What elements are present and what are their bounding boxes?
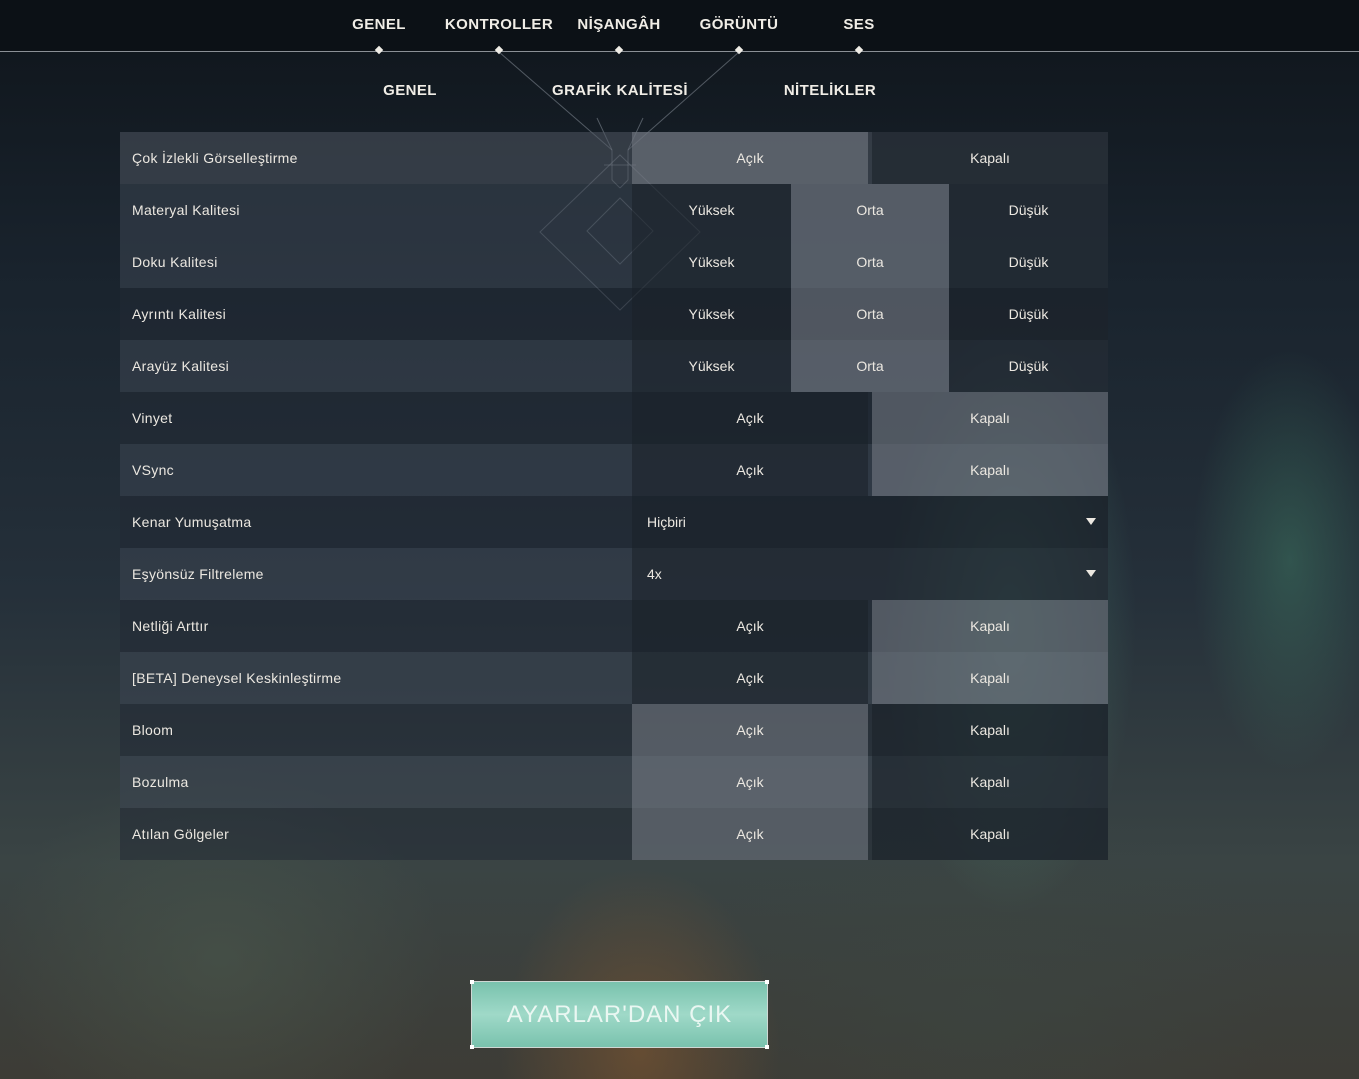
tab-diamond-icon: [854, 45, 864, 55]
tab-kontroller[interactable]: KONTROLLER: [444, 16, 554, 55]
option-off[interactable]: Kapalı: [872, 704, 1108, 756]
tab-diamond-icon: [374, 45, 384, 55]
setting-label: Netliği Arttır: [132, 618, 209, 634]
option-high[interactable]: Yüksek: [632, 288, 791, 340]
corner-mark-icon: [765, 1045, 769, 1049]
setting-label: Vinyet: [132, 410, 173, 426]
chevron-down-icon: [1086, 518, 1096, 525]
option-on[interactable]: Açık: [632, 808, 868, 860]
corner-mark-icon: [765, 980, 769, 984]
option-low[interactable]: Düşük: [949, 236, 1108, 288]
setting-row-anisotropic-filtering: Eşyönsüz Filtreleme 4x: [120, 548, 1108, 600]
option-high[interactable]: Yüksek: [632, 236, 791, 288]
setting-row-detail-quality: Ayrıntı Kalitesi Yüksek Orta Düşük: [120, 288, 1108, 340]
option-medium[interactable]: Orta: [791, 184, 949, 236]
tab-nisangah[interactable]: NİŞANGÂH: [569, 16, 669, 55]
setting-row-cast-shadows: Atılan Gölgeler Açık Kapalı: [120, 808, 1108, 860]
option-off[interactable]: Kapalı: [872, 444, 1108, 496]
option-medium[interactable]: Orta: [791, 288, 949, 340]
option-on[interactable]: Açık: [632, 652, 868, 704]
dropdown-value: Hiçbiri: [647, 514, 686, 530]
setting-label: Arayüz Kalitesi: [132, 358, 230, 374]
top-navigation-bar: [0, 0, 1359, 52]
setting-label: Atılan Gölgeler: [132, 826, 230, 842]
option-low[interactable]: Düşük: [949, 288, 1108, 340]
setting-label: Kenar Yumuşatma: [132, 514, 252, 530]
setting-row-vsync: VSync Açık Kapalı: [120, 444, 1108, 496]
setting-label: Eşyönsüz Filtreleme: [132, 566, 264, 582]
option-on[interactable]: Açık: [632, 756, 868, 808]
anisotropic-filtering-dropdown[interactable]: 4x: [632, 548, 1108, 600]
subtab-genel[interactable]: GENEL: [370, 82, 450, 104]
tab-diamond-icon: [494, 45, 504, 55]
tab-genel[interactable]: GENEL: [339, 16, 419, 55]
option-on[interactable]: Açık: [632, 132, 868, 184]
exit-settings-label: AYARLAR'DAN ÇIK: [506, 1001, 733, 1028]
option-high[interactable]: Yüksek: [632, 340, 791, 392]
option-off[interactable]: Kapalı: [872, 808, 1108, 860]
option-on[interactable]: Açık: [632, 392, 868, 444]
chevron-down-icon: [1086, 570, 1096, 577]
setting-row-texture-quality: Doku Kalitesi Yüksek Orta Düşük: [120, 236, 1108, 288]
setting-label: [BETA] Deneysel Keskinleştirme: [132, 670, 342, 686]
setting-row-multithreaded-rendering: Çok İzlekli Görselleştirme Açık Kapalı: [120, 132, 1108, 184]
option-medium[interactable]: Orta: [791, 236, 949, 288]
option-low[interactable]: Düşük: [949, 184, 1108, 236]
setting-row-experimental-sharpening: [BETA] Deneysel Keskinleştirme Açık Kapa…: [120, 652, 1108, 704]
dropdown-value: 4x: [647, 566, 662, 582]
setting-label: Ayrıntı Kalitesi: [132, 306, 227, 322]
tab-ses[interactable]: SES: [824, 16, 894, 55]
setting-row-distortion: Bozulma Açık Kapalı: [120, 756, 1108, 808]
option-on[interactable]: Açık: [632, 704, 868, 756]
subtab-nitelikler[interactable]: NİTELİKLER: [775, 82, 885, 104]
setting-row-bloom: Bloom Açık Kapalı: [120, 704, 1108, 756]
setting-label: Çok İzlekli Görselleştirme: [132, 150, 298, 166]
option-off[interactable]: Kapalı: [872, 652, 1108, 704]
tab-label: GENEL: [352, 16, 406, 33]
setting-label: Bloom: [132, 722, 174, 738]
subtab-grafik-kalitesi[interactable]: GRAFİK KALİTESİ: [545, 82, 695, 104]
setting-label: Materyal Kalitesi: [132, 202, 240, 218]
tab-label: SES: [843, 16, 875, 33]
option-off[interactable]: Kapalı: [872, 600, 1108, 652]
tab-diamond-icon: [614, 45, 624, 55]
tab-label: NİŞANGÂH: [577, 16, 661, 33]
tab-goruntu[interactable]: GÖRÜNTÜ: [689, 16, 789, 55]
corner-mark-icon: [470, 980, 474, 984]
setting-row-material-quality: Materyal Kalitesi Yüksek Orta Düşük: [120, 184, 1108, 236]
anti-aliasing-dropdown[interactable]: Hiçbiri: [632, 496, 1108, 548]
setting-row-anti-aliasing: Kenar Yumuşatma Hiçbiri: [120, 496, 1108, 548]
option-off[interactable]: Kapalı: [872, 756, 1108, 808]
option-off[interactable]: Kapalı: [872, 392, 1108, 444]
setting-label: Bozulma: [132, 774, 189, 790]
exit-settings-button[interactable]: AYARLAR'DAN ÇIK: [470, 980, 769, 1049]
option-high[interactable]: Yüksek: [632, 184, 791, 236]
setting-row-vignette: Vinyet Açık Kapalı: [120, 392, 1108, 444]
settings-table: Çok İzlekli Görselleştirme Açık Kapalı M…: [120, 132, 1108, 860]
setting-row-ui-quality: Arayüz Kalitesi Yüksek Orta Düşük: [120, 340, 1108, 392]
option-medium[interactable]: Orta: [791, 340, 949, 392]
corner-mark-icon: [470, 1045, 474, 1049]
tab-label: KONTROLLER: [444, 16, 554, 33]
option-on[interactable]: Açık: [632, 444, 868, 496]
tab-diamond-icon: [734, 45, 744, 55]
option-on[interactable]: Açık: [632, 600, 868, 652]
option-low[interactable]: Düşük: [949, 340, 1108, 392]
setting-label: VSync: [132, 462, 174, 478]
setting-label: Doku Kalitesi: [132, 254, 218, 270]
tab-label: GÖRÜNTÜ: [699, 16, 779, 33]
option-off[interactable]: Kapalı: [872, 132, 1108, 184]
setting-row-improve-clarity: Netliği Arttır Açık Kapalı: [120, 600, 1108, 652]
